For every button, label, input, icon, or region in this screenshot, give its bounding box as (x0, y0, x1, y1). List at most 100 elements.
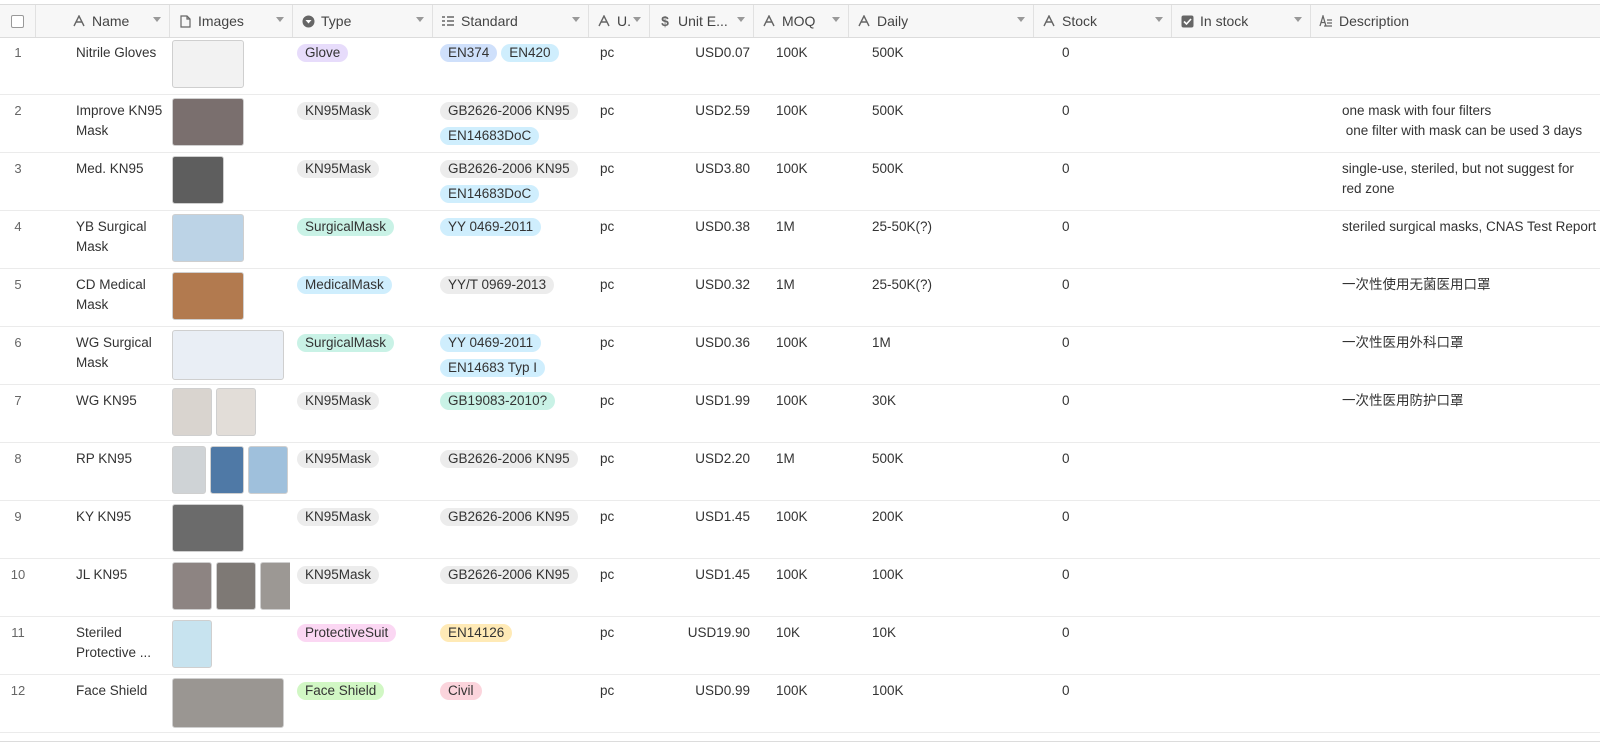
instock-cell[interactable] (1202, 95, 1332, 152)
instock-cell[interactable] (1202, 153, 1332, 210)
type-cell[interactable]: Face Shield (297, 675, 427, 732)
type-cell[interactable]: MedicalMask (297, 269, 427, 326)
column-header-standard[interactable]: Standard (433, 5, 589, 37)
type-cell[interactable]: Glove (297, 37, 427, 94)
image-thumbnail[interactable] (172, 98, 244, 146)
column-header-unit[interactable]: U. (589, 5, 650, 37)
daily-cell[interactable]: 10K (872, 617, 1022, 674)
chevron-down-icon[interactable] (416, 17, 424, 22)
standard-cell[interactable]: GB2626-2006 KN95 (440, 501, 590, 558)
standard-cell[interactable]: GB2626-2006 KN95 EN14683DoC (440, 153, 590, 210)
stock-cell[interactable]: 0 (1062, 153, 1182, 210)
price-cell[interactable]: USD0.99 (655, 675, 750, 732)
moq-cell[interactable]: 1M (776, 211, 856, 268)
stock-cell[interactable]: 0 (1062, 211, 1182, 268)
chevron-down-icon[interactable] (832, 17, 840, 22)
stock-cell[interactable]: 0 (1062, 95, 1182, 152)
instock-cell[interactable] (1202, 269, 1332, 326)
images-cell[interactable] (172, 675, 290, 732)
table-row[interactable]: 8 RP KN95 KN95Mask GB2626-2006 KN95 pc USD2.2… (0, 443, 1600, 501)
moq-cell[interactable]: 100K (776, 675, 856, 732)
price-cell[interactable]: USD3.80 (655, 153, 750, 210)
type-cell[interactable]: ProtectiveSuit (297, 617, 427, 674)
instock-cell[interactable] (1202, 327, 1332, 384)
standard-cell[interactable]: EN14126 (440, 617, 590, 674)
stock-cell[interactable]: 0 (1062, 269, 1182, 326)
unit-cell[interactable]: pc (600, 153, 640, 210)
name-cell[interactable]: Face Shield (76, 675, 170, 732)
moq-cell[interactable]: 100K (776, 385, 856, 442)
column-header-daily[interactable]: Daily (849, 5, 1034, 37)
standard-cell[interactable]: EN374 EN420 (440, 37, 590, 94)
moq-cell[interactable]: 100K (776, 501, 856, 558)
name-cell[interactable]: Improve KN95 Mask (76, 95, 170, 152)
unit-cell[interactable]: pc (600, 211, 640, 268)
description-cell[interactable] (1342, 443, 1600, 500)
table-row[interactable]: 7 WG KN95 KN95Mask GB19083-2010? pc USD1.99 10… (0, 385, 1600, 443)
daily-cell[interactable]: 1M (872, 327, 1022, 384)
description-cell[interactable]: single-use, steriled, but not suggest fo… (1342, 153, 1600, 210)
select-all-checkbox[interactable] (0, 5, 36, 37)
price-cell[interactable]: USD0.36 (655, 327, 750, 384)
moq-cell[interactable]: 100K (776, 559, 856, 616)
price-cell[interactable]: USD19.90 (655, 617, 750, 674)
type-cell[interactable]: KN95Mask (297, 559, 427, 616)
chevron-down-icon[interactable] (1017, 17, 1025, 22)
moq-cell[interactable]: 1M (776, 443, 856, 500)
column-header-instock[interactable]: In stock (1172, 5, 1311, 37)
moq-cell[interactable]: 100K (776, 327, 856, 384)
images-cell[interactable] (172, 95, 290, 152)
description-cell[interactable]: 一次性医用外科口罩 (1342, 327, 1600, 384)
price-cell[interactable]: USD0.07 (655, 37, 750, 94)
name-cell[interactable]: KY KN95 (76, 501, 170, 558)
stock-cell[interactable]: 0 (1062, 617, 1182, 674)
unit-cell[interactable]: pc (600, 617, 640, 674)
unit-cell[interactable]: pc (600, 37, 640, 94)
unit-cell[interactable]: pc (600, 327, 640, 384)
instock-cell[interactable] (1202, 211, 1332, 268)
column-header-images[interactable]: Images (170, 5, 293, 37)
standard-cell[interactable]: GB2626-2006 KN95 (440, 443, 590, 500)
table-row[interactable]: 1 Nitrile Gloves Glove EN374 EN420 pc USD0.07 1… (0, 37, 1600, 95)
table-row[interactable]: 9 KY KN95 KN95Mask GB2626-2006 KN95 pc USD1.4… (0, 501, 1600, 559)
name-cell[interactable]: WG Surgical Mask (76, 327, 170, 384)
price-cell[interactable]: USD0.32 (655, 269, 750, 326)
standard-cell[interactable]: GB2626-2006 KN95 EN14683DoC (440, 95, 590, 152)
unit-cell[interactable]: pc (600, 269, 640, 326)
standard-cell[interactable]: YY/T 0969-2013 (440, 269, 590, 326)
standard-cell[interactable]: YY 0469-2011 (440, 211, 590, 268)
moq-cell[interactable]: 100K (776, 95, 856, 152)
daily-cell[interactable]: 500K (872, 443, 1022, 500)
image-thumbnail[interactable] (260, 562, 290, 610)
type-cell[interactable]: KN95Mask (297, 501, 427, 558)
chevron-down-icon[interactable] (572, 17, 580, 22)
price-cell[interactable]: USD2.59 (655, 95, 750, 152)
type-cell[interactable]: KN95Mask (297, 443, 427, 500)
image-thumbnail[interactable] (172, 446, 206, 494)
instock-cell[interactable] (1202, 501, 1332, 558)
name-cell[interactable]: Med. KN95 (76, 153, 170, 210)
stock-cell[interactable]: 0 (1062, 501, 1182, 558)
description-cell[interactable]: 一次性使用无菌医用口罩 (1342, 269, 1600, 326)
unit-cell[interactable]: pc (600, 443, 640, 500)
chevron-down-icon[interactable] (153, 17, 161, 22)
images-cell[interactable] (172, 153, 290, 210)
moq-cell[interactable]: 100K (776, 37, 856, 94)
column-header-moq[interactable]: MOQ (754, 5, 849, 37)
table-row[interactable]: 11 Steriled Protective ... ProtectiveSuit E… (0, 617, 1600, 675)
type-cell[interactable]: KN95Mask (297, 153, 427, 210)
column-header-type[interactable]: Type (293, 5, 433, 37)
standard-cell[interactable]: YY 0469-2011 EN14683 Typ I (440, 327, 590, 384)
daily-cell[interactable]: 500K (872, 37, 1022, 94)
stock-cell[interactable]: 0 (1062, 443, 1182, 500)
table-row[interactable]: 5 CD Medical Mask MedicalMask YY/T 0969-201… (0, 269, 1600, 327)
image-thumbnail[interactable] (172, 330, 284, 380)
image-thumbnail[interactable] (172, 272, 244, 320)
name-cell[interactable]: Steriled Protective ... (76, 617, 170, 674)
images-cell[interactable] (172, 327, 290, 384)
daily-cell[interactable]: 100K (872, 559, 1022, 616)
standard-cell[interactable]: Civil (440, 675, 590, 732)
description-cell[interactable] (1342, 675, 1600, 732)
image-thumbnail[interactable] (172, 562, 212, 610)
price-cell[interactable]: USD0.38 (655, 211, 750, 268)
